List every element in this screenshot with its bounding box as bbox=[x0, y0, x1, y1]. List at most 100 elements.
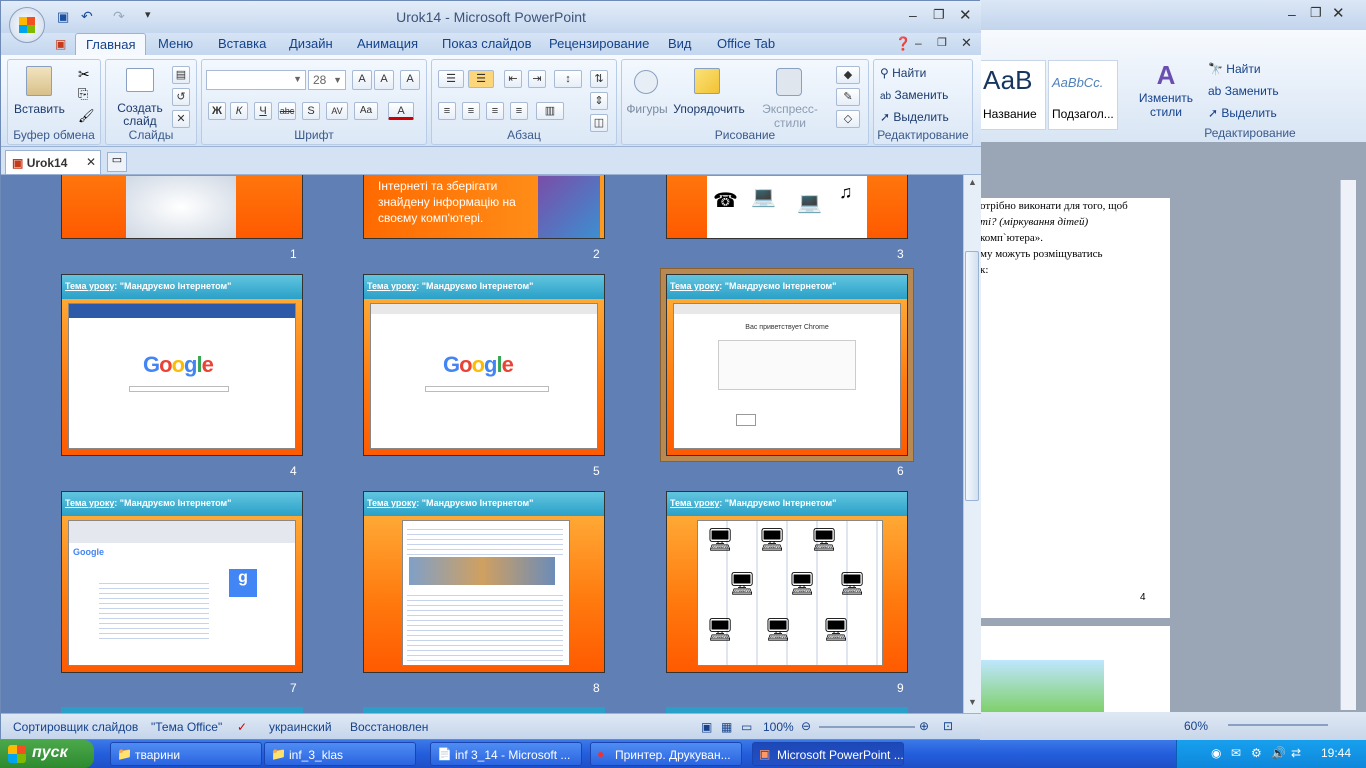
close-tab-icon[interactable]: ✕ bbox=[86, 155, 96, 169]
align-text-icon[interactable]: ⇕ bbox=[590, 92, 608, 110]
doc-close-icon[interactable]: ✕ bbox=[961, 35, 972, 51]
tab-design[interactable]: Дизайн bbox=[289, 36, 333, 51]
change-case-icon[interactable]: Aa bbox=[354, 102, 378, 120]
sorter-scrollbar[interactable]: ▲ ▼ bbox=[963, 175, 981, 713]
word-zoom-slider[interactable] bbox=[1228, 724, 1328, 726]
grow-font-icon[interactable]: A bbox=[352, 70, 372, 90]
tab-slideshow[interactable]: Показ слайдов bbox=[442, 36, 532, 51]
zoom-out-icon[interactable]: ⊖ bbox=[801, 719, 811, 733]
spacing-icon[interactable]: AV bbox=[326, 102, 348, 120]
scroll-up-icon[interactable]: ▲ bbox=[968, 177, 977, 187]
express-styles-button[interactable]: Экспресс-стили bbox=[748, 64, 832, 130]
find-button[interactable]: ⚲ Найти bbox=[880, 66, 926, 80]
justify-icon[interactable]: ≡ bbox=[510, 102, 528, 120]
decrease-indent-icon[interactable]: ⇤ bbox=[504, 70, 522, 88]
tab-insert[interactable]: Вставка bbox=[218, 36, 266, 51]
layout-icon[interactable]: ▤ bbox=[172, 66, 190, 84]
bold-icon[interactable]: Ж bbox=[208, 102, 226, 120]
increase-indent-icon[interactable]: ⇥ bbox=[528, 70, 546, 88]
minimize-icon[interactable]: – bbox=[909, 7, 917, 23]
shadow-icon[interactable]: S bbox=[302, 102, 320, 120]
align-center-icon[interactable]: ≡ bbox=[462, 102, 480, 120]
bullets-icon[interactable]: ☰ bbox=[438, 70, 464, 88]
arrange-button[interactable]: Упорядочить bbox=[672, 64, 746, 130]
paste-button[interactable]: Вставить bbox=[14, 64, 65, 130]
slide-thumbnail[interactable]: Тема уроку: "Мандруємо Інтернетом" Googl… bbox=[363, 274, 605, 456]
tray-icon[interactable]: ◉ bbox=[1211, 746, 1221, 760]
doc-minimize-icon[interactable]: – bbox=[915, 36, 922, 50]
slide-thumbnail[interactable]: ☎ 💻 💻 ♫ bbox=[666, 175, 908, 239]
style-title[interactable]: АаВ Название bbox=[978, 60, 1046, 130]
taskbar-item[interactable]: 📁 тварини bbox=[110, 742, 262, 766]
strikethrough-icon[interactable]: abc bbox=[278, 102, 296, 120]
taskbar-item[interactable]: ● Принтер. Друкуван... bbox=[590, 742, 742, 766]
tray-icon[interactable]: ⚙ bbox=[1251, 746, 1262, 760]
normal-view-icon[interactable]: ▣ bbox=[701, 720, 712, 734]
slide-thumbnail[interactable]: Тема уроку: "Мандруємо Інтернетом" Googl… bbox=[61, 274, 303, 456]
line-spacing-icon[interactable]: ↕ bbox=[554, 70, 582, 88]
shape-fill-icon[interactable]: ◆ bbox=[836, 66, 860, 84]
cut-icon[interactable]: ✂ bbox=[78, 66, 90, 83]
format-painter-icon[interactable]: 🖌 bbox=[78, 108, 95, 124]
slide-thumbnail[interactable]: Тема уроку: "Мандруємо Інтернетом" Googl… bbox=[61, 491, 303, 673]
fit-window-icon[interactable]: ⊡ bbox=[943, 719, 953, 733]
slide-thumbnail[interactable]: Інтернеті та зберігати знайдену інформац… bbox=[363, 175, 605, 239]
delete-slide-icon[interactable]: ✕ bbox=[172, 110, 190, 128]
help-icon[interactable]: ❓ bbox=[895, 36, 911, 52]
create-slide-button[interactable]: Создать слайд bbox=[110, 64, 170, 130]
doc-restore-icon[interactable]: ❐ bbox=[937, 36, 947, 49]
slide-thumbnail-selected[interactable]: Тема уроку: "Мандруємо Інтернетом" Вас п… bbox=[666, 274, 908, 456]
new-tab-icon[interactable]: ▭ bbox=[107, 152, 127, 172]
font-name-select[interactable]: ▼ bbox=[206, 70, 306, 90]
reset-icon[interactable]: ↺ bbox=[172, 88, 190, 106]
word-replace-button[interactable]: ab Заменить bbox=[1208, 84, 1279, 98]
taskbar-item[interactable]: 📁 inf_3_klas bbox=[264, 742, 416, 766]
scroll-thumb[interactable] bbox=[965, 251, 979, 501]
font-color-icon[interactable]: A bbox=[388, 102, 414, 120]
zoom-slider[interactable] bbox=[819, 726, 915, 728]
shrink-font-icon[interactable]: A bbox=[374, 70, 394, 90]
shapes-button[interactable]: Фигуры bbox=[624, 64, 670, 130]
word-find-button[interactable]: 🔭 Найти bbox=[1208, 62, 1261, 76]
align-right-icon[interactable]: ≡ bbox=[486, 102, 504, 120]
style-subtitle[interactable]: AaBbCc. Подзагол... bbox=[1048, 60, 1118, 130]
slideshow-view-icon[interactable]: ▭ bbox=[741, 720, 752, 734]
underline-icon[interactable]: Ч bbox=[254, 102, 272, 120]
clear-format-icon[interactable]: A bbox=[400, 70, 420, 90]
word-select-button[interactable]: ➚ Выделить bbox=[1208, 106, 1277, 120]
numbering-icon[interactable]: ☰ bbox=[468, 70, 494, 88]
tab-review[interactable]: Рецензирование bbox=[549, 36, 649, 51]
close-icon[interactable]: ✕ bbox=[1332, 4, 1345, 22]
taskbar-item[interactable]: 📄 inf 3_14 - Microsoft ... bbox=[430, 742, 582, 766]
slide-thumbnail[interactable]: Тема уроку: "Мандруємо Інтернетом" 🖥 🖥 🖥… bbox=[666, 491, 908, 673]
replace-button[interactable]: ab Заменить bbox=[880, 88, 948, 102]
spellcheck-icon[interactable]: ✓ bbox=[237, 720, 247, 734]
taskbar-item-active[interactable]: ▣ Microsoft PowerPoint ... bbox=[752, 742, 904, 766]
close-icon[interactable]: ✕ bbox=[959, 6, 972, 24]
network-icon[interactable]: ⇄ bbox=[1291, 746, 1301, 760]
shape-outline-icon[interactable]: ✎ bbox=[836, 88, 860, 106]
status-language[interactable]: украинский bbox=[269, 720, 332, 734]
office-button[interactable] bbox=[9, 7, 45, 43]
text-direction-icon[interactable]: ⇅ bbox=[590, 70, 608, 88]
maximize-icon[interactable]: ❐ bbox=[1310, 5, 1322, 21]
volume-icon[interactable]: 🔊 bbox=[1271, 746, 1286, 760]
status-theme[interactable]: "Тема Office" bbox=[151, 720, 222, 734]
zoom-in-icon[interactable]: ⊕ bbox=[919, 719, 929, 733]
doc-tab-urok14[interactable]: ▣ Urok14 ✕ bbox=[5, 150, 101, 174]
shape-effects-icon[interactable]: ◇ bbox=[836, 110, 860, 128]
align-left-icon[interactable]: ≡ bbox=[438, 102, 456, 120]
tab-view[interactable]: Вид bbox=[668, 36, 692, 51]
tab-office-tab[interactable]: Office Tab bbox=[717, 36, 775, 51]
tab-animation[interactable]: Анимация bbox=[357, 36, 418, 51]
tab-menu[interactable]: Меню bbox=[158, 36, 193, 51]
change-styles-button[interactable]: A Изменить стили bbox=[1136, 60, 1196, 130]
slide-thumbnail[interactable] bbox=[61, 175, 303, 239]
vertical-scrollbar[interactable] bbox=[1340, 180, 1356, 710]
font-size-select[interactable]: 28 ▼ bbox=[308, 70, 346, 90]
tab-home[interactable]: Главная bbox=[75, 33, 147, 55]
copy-icon[interactable]: ⎘ bbox=[78, 86, 88, 102]
italic-icon[interactable]: К bbox=[230, 102, 248, 120]
columns-icon[interactable]: ▥ bbox=[536, 102, 564, 120]
start-button[interactable]: пуск bbox=[0, 740, 94, 768]
